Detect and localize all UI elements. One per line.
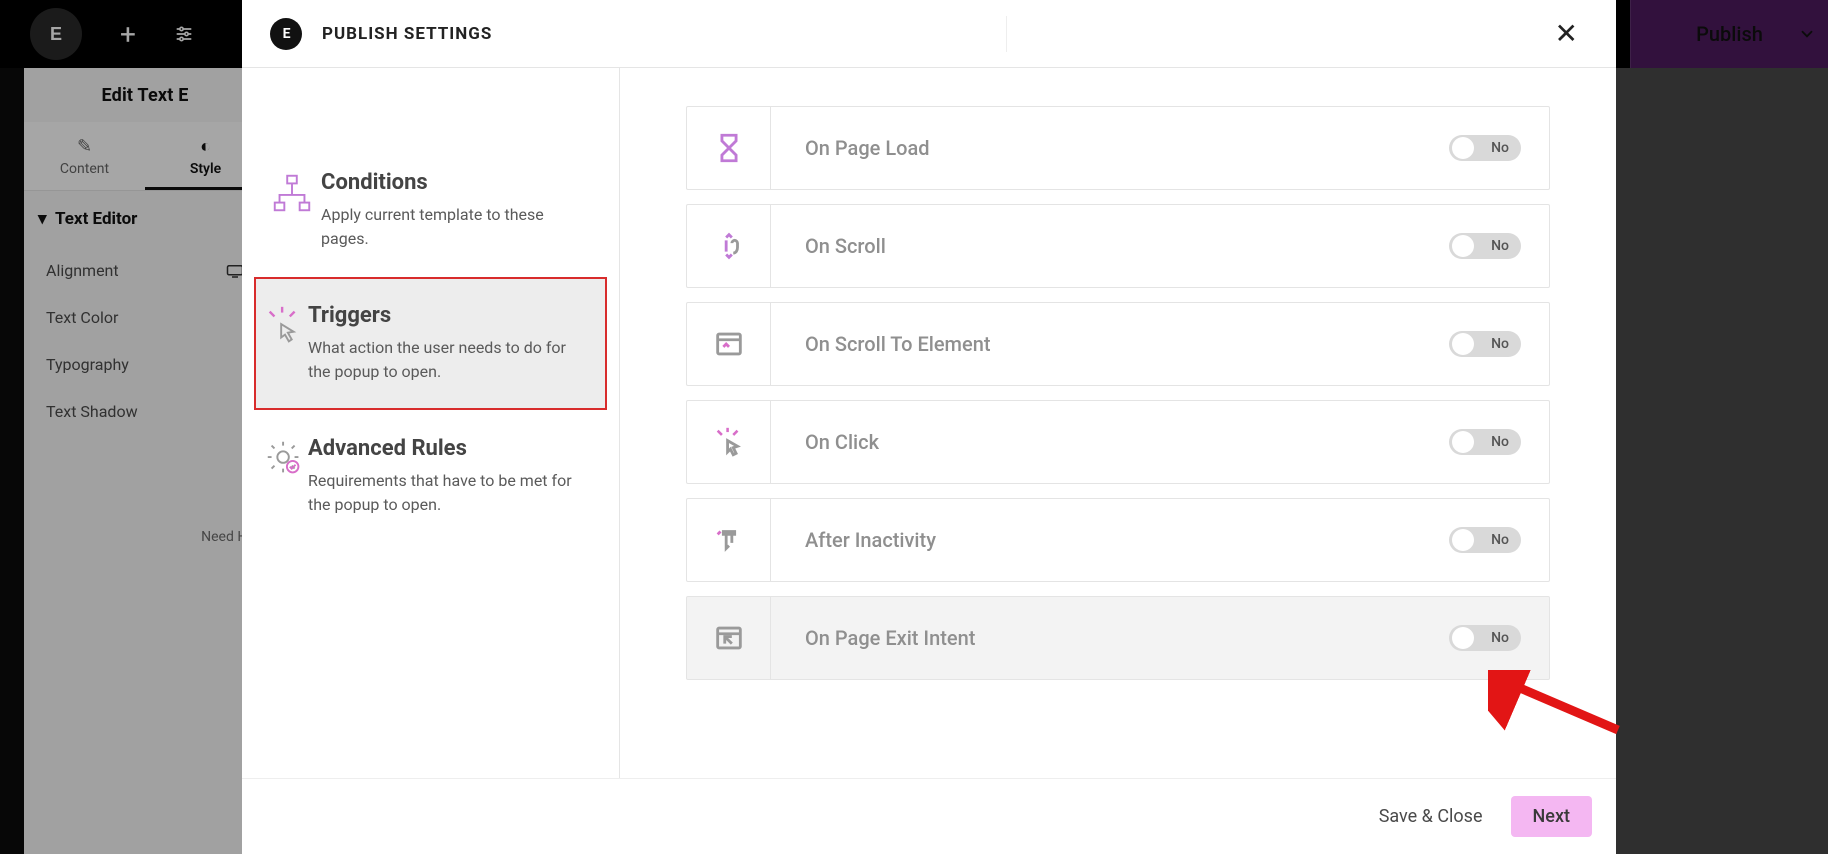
trigger-scroll: On Scroll No [686,204,1550,288]
toggle-click[interactable]: No [1449,429,1521,455]
modal-content: On Page Load No On Scroll No On Scroll T… [620,68,1616,778]
toggle-inactivity[interactable]: No [1449,527,1521,553]
trigger-label: On Page Load [771,136,930,160]
sitemap-icon [262,170,321,251]
sidebar-item-advanced-rules[interactable]: Advanced Rules Requirements that have to… [242,410,619,543]
click-icon [262,303,308,384]
element-icon [687,303,771,385]
modal-title: PUBLISH SETTINGS [322,24,492,44]
sidebar-item-desc: Apply current template to these pages. [321,203,591,251]
trigger-scroll-element: On Scroll To Element No [686,302,1550,386]
toggle-scroll[interactable]: No [1449,233,1521,259]
close-icon[interactable]: ✕ [1544,11,1588,56]
publish-settings-modal: E PUBLISH SETTINGS ✕ Conditions Apply cu… [242,0,1616,854]
sidebar-item-title: Triggers [308,303,585,328]
hourglass-icon [687,107,771,189]
gear-icon [262,436,308,517]
scroll-icon [687,205,771,287]
trigger-label: On Page Exit Intent [771,626,975,650]
sidebar-item-conditions[interactable]: Conditions Apply current template to the… [242,144,619,277]
trigger-label: On Scroll To Element [771,332,991,356]
toggle-scroll-element[interactable]: No [1449,331,1521,357]
inactivity-icon [687,499,771,581]
next-button[interactable]: Next [1511,796,1592,837]
modal-footer: Save & Close Next [242,778,1616,854]
trigger-label: On Scroll [771,234,886,258]
toggle-exit-intent[interactable]: No [1449,625,1521,651]
toggle-page-load[interactable]: No [1449,135,1521,161]
trigger-label: After Inactivity [771,528,936,552]
trigger-page-load: On Page Load No [686,106,1550,190]
trigger-exit-intent: On Page Exit Intent No [686,596,1550,680]
sidebar-item-desc: What action the user needs to do for the… [308,336,585,384]
exit-intent-icon [687,597,771,679]
click-icon [687,401,771,483]
modal-sidebar: Conditions Apply current template to the… [242,68,620,778]
sidebar-item-desc: Requirements that have to be met for the… [308,469,591,517]
sidebar-item-title: Conditions [321,170,591,195]
modal-header: E PUBLISH SETTINGS ✕ [242,0,1616,68]
elementor-logo-icon: E [270,18,302,50]
save-close-button[interactable]: Save & Close [1379,806,1483,827]
trigger-click: On Click No [686,400,1550,484]
sidebar-item-triggers[interactable]: Triggers What action the user needs to d… [254,277,607,410]
trigger-label: On Click [771,430,879,454]
trigger-inactivity: After Inactivity No [686,498,1550,582]
sidebar-item-title: Advanced Rules [308,436,591,461]
